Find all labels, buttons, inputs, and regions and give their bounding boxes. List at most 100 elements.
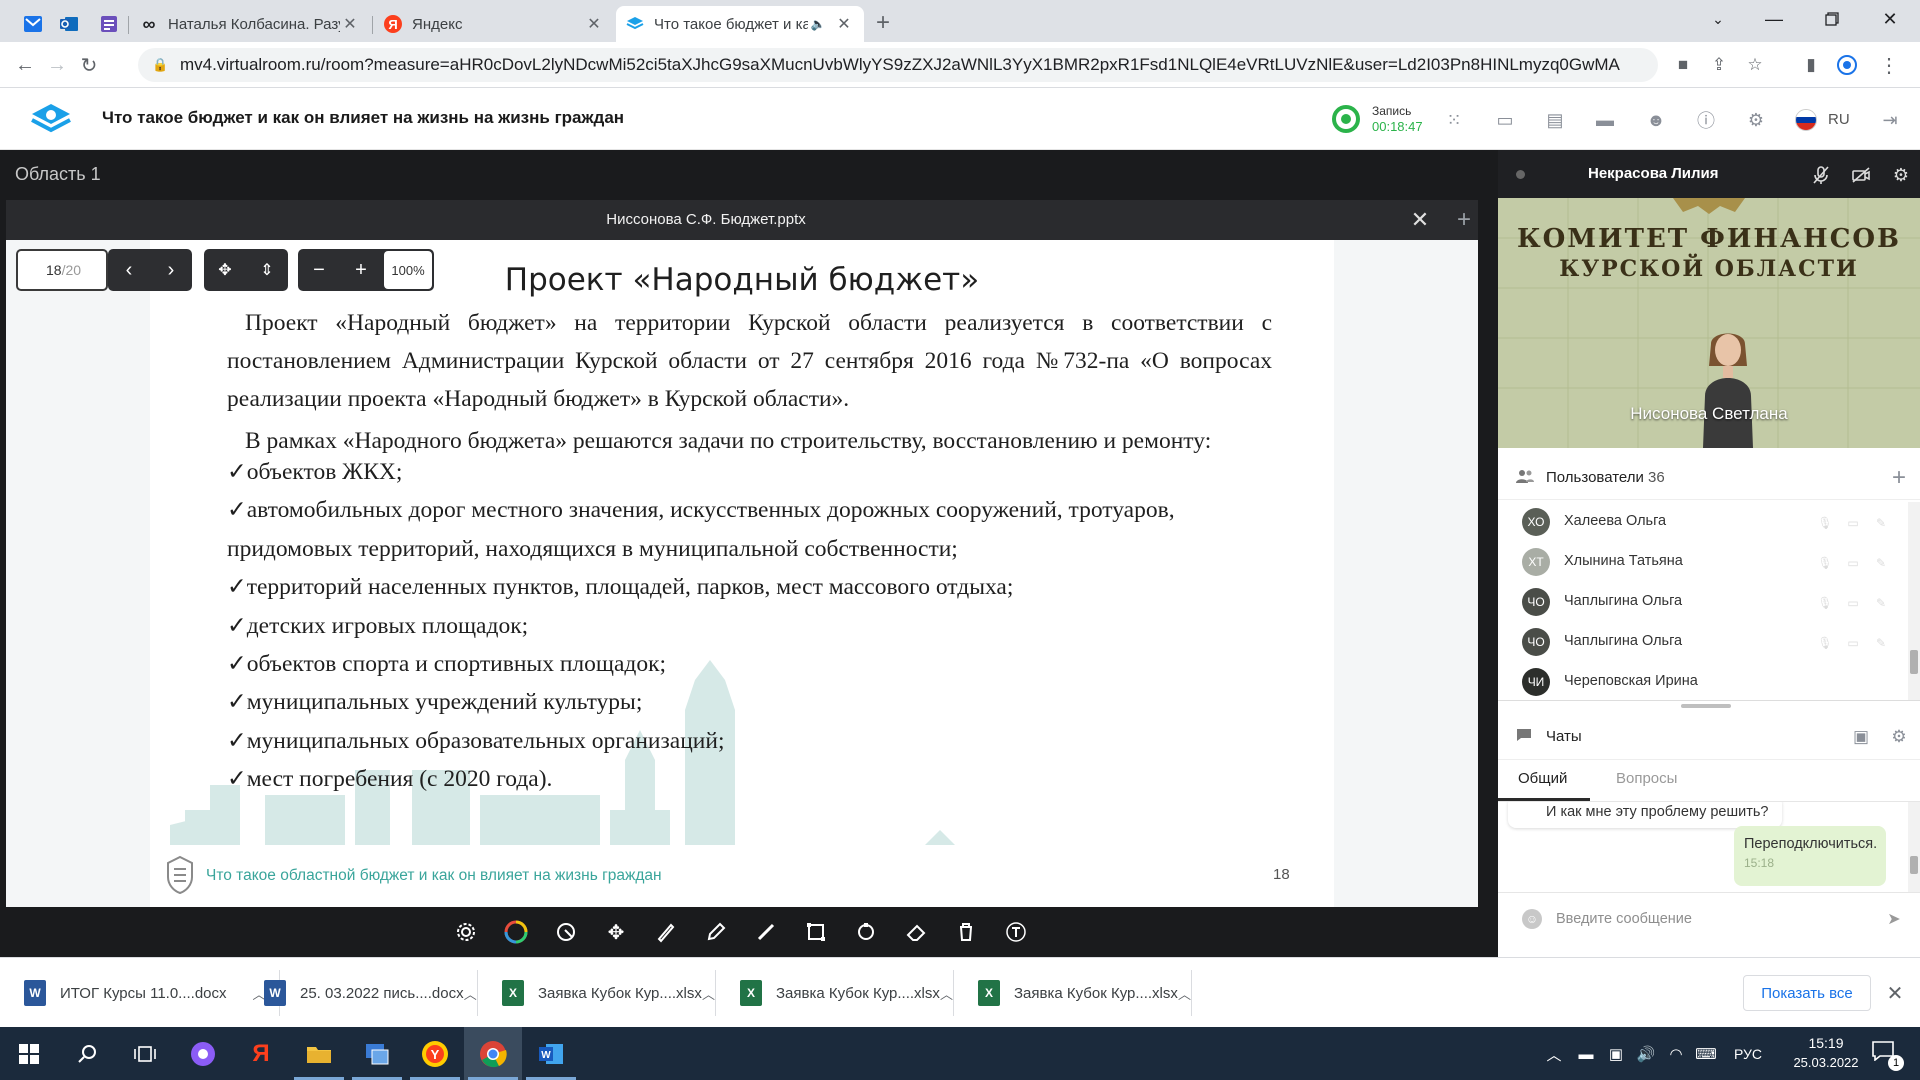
close-icon[interactable]: ✕ (584, 14, 604, 34)
new-tab-button[interactable]: + (868, 8, 898, 38)
next-page-button[interactable]: › (150, 249, 192, 291)
taskbar-yandex[interactable]: Я (232, 1027, 290, 1080)
download-item[interactable]: W ИТОГ Курсы 11.0....docx ︿ (0, 970, 280, 1016)
pinned-tab-outlook[interactable] (50, 6, 88, 42)
show-all-downloads-button[interactable]: Показать все (1743, 975, 1871, 1011)
close-document-button[interactable]: ✕ (1406, 206, 1434, 234)
taskbar-chrome[interactable] (464, 1027, 522, 1080)
tab-yandex[interactable]: Я Яндекс ✕ (374, 6, 614, 42)
pointer-icon[interactable] (549, 915, 583, 949)
trash-icon[interactable] (949, 915, 983, 949)
camera-off-icon[interactable]: ▭ (1844, 514, 1862, 532)
tab-kolbasina[interactable]: ∞ Наталья Колбасина. Разумное п ✕ (130, 6, 370, 42)
download-item[interactable]: X Заявка Кубок Кур....xlsx ︿ (954, 970, 1192, 1016)
minimize-button[interactable]: — (1746, 0, 1802, 38)
move-icon[interactable]: ✥ (599, 915, 633, 949)
edit-icon[interactable]: ✎ (1872, 594, 1890, 612)
previous-page-button[interactable]: ‹ (108, 249, 150, 291)
mic-off-icon[interactable]: 🎙 (1816, 554, 1834, 572)
russian-flag-icon[interactable] (1795, 109, 1817, 131)
emoji-icon[interactable]: ☺ (1522, 909, 1542, 929)
chevron-up-icon[interactable]: ︿ (464, 984, 477, 1003)
download-item[interactable]: X Заявка Кубок Кур....xlsx ︿ (478, 970, 716, 1016)
taskbar-alice[interactable] (174, 1027, 232, 1080)
mic-off-icon[interactable]: 🎙 (1816, 594, 1834, 612)
splitter-grip[interactable] (1681, 704, 1731, 708)
brush-icon[interactable] (649, 915, 683, 949)
user-row[interactable]: ХО Халеева Ольга 🎙 ▭ ✎ (1498, 502, 1908, 542)
mic-off-icon[interactable] (1808, 162, 1834, 188)
folder-icon[interactable]: ▬ (1592, 107, 1618, 133)
search-button[interactable] (58, 1027, 116, 1080)
users-manage-icon[interactable]: ☻ (1643, 107, 1669, 133)
clock-date[interactable]: 25.03.2022 (1786, 1055, 1866, 1070)
share-icon[interactable]: ⇪ (1706, 52, 1732, 78)
document-icon[interactable]: ▤ (1542, 107, 1568, 133)
screen-share-icon[interactable]: ▭ (1492, 107, 1518, 133)
rectangle-icon[interactable] (799, 915, 833, 949)
user-row[interactable]: ЧО Чаплыгина Ольга 🎙 ▭ ✎ (1498, 622, 1908, 662)
chevron-up-icon[interactable]: ︿ (1178, 984, 1191, 1003)
clock-time[interactable]: 15:19 (1786, 1035, 1866, 1051)
tab-virtualroom[interactable]: Что такое бюджет и как он 🔈 ✕ (616, 6, 864, 42)
zoom-in-button[interactable]: + (340, 249, 382, 291)
language-selector[interactable]: RU (1828, 111, 1850, 128)
close-window-button[interactable]: ✕ (1862, 0, 1918, 38)
add-user-button[interactable]: + (1886, 464, 1912, 491)
color-picker-icon[interactable] (499, 915, 533, 949)
tab-general[interactable]: Общий (1518, 770, 1567, 787)
zoom-out-button[interactable]: − (298, 249, 340, 291)
chat-message-input[interactable] (1556, 905, 1856, 933)
tray-chevron-up-icon[interactable]: ︿ (1542, 1043, 1566, 1065)
exit-icon[interactable]: ⇥ (1877, 107, 1903, 133)
edit-icon[interactable]: ✎ (1872, 554, 1890, 572)
user-row[interactable]: ХТ Хлынина Татьяна 🎙 ▭ ✎ (1498, 542, 1908, 582)
zoom-level[interactable]: 100% (384, 251, 432, 289)
keyboard-icon[interactable]: ⌨ (1694, 1043, 1718, 1065)
layout-grid-icon[interactable]: ⁙ (1441, 107, 1467, 133)
video-settings-gear-icon[interactable]: ⚙ (1888, 162, 1914, 188)
add-document-button[interactable]: + (1450, 206, 1478, 234)
panel-splitter[interactable] (1498, 700, 1920, 710)
pinned-tab-forms[interactable] (90, 6, 128, 42)
settings-gear-icon[interactable]: ⚙ (1743, 107, 1769, 133)
ellipse-icon[interactable] (849, 915, 883, 949)
draw-settings-icon[interactable] (449, 915, 483, 949)
camera-off-icon[interactable] (1848, 162, 1874, 188)
text-tool-icon[interactable] (999, 915, 1033, 949)
line-icon[interactable] (749, 915, 783, 949)
recording-indicator-icon[interactable] (1332, 105, 1360, 133)
close-download-bar-button[interactable]: ✕ (1882, 980, 1908, 1006)
profile-icon[interactable] (1834, 52, 1860, 78)
close-icon[interactable]: ✕ (834, 14, 854, 34)
input-language[interactable]: РУС (1724, 1043, 1772, 1065)
taskbar-explorer[interactable] (290, 1027, 348, 1080)
volume-icon[interactable]: 🔊 (1634, 1043, 1658, 1065)
sidepanel-icon[interactable]: ▮ (1798, 52, 1824, 78)
edit-icon[interactable]: ✎ (1872, 514, 1890, 532)
mic-off-icon[interactable]: 🎙 (1816, 634, 1834, 652)
camera-off-icon[interactable]: ▭ (1844, 594, 1862, 612)
fit-width-icon[interactable]: ⇕ (246, 249, 288, 291)
network-warning-icon[interactable]: ▣ (1604, 1043, 1628, 1065)
chevron-up-icon[interactable]: ︿ (940, 984, 953, 1003)
tab-questions[interactable]: Вопросы (1616, 770, 1677, 787)
menu-kebab-icon[interactable]: ⋮ (1876, 52, 1902, 78)
chat-export-icon[interactable]: ▣ (1848, 724, 1874, 750)
pinned-tab-mail[interactable] (14, 6, 52, 42)
scroll-thumb[interactable] (1910, 650, 1918, 674)
task-view-button[interactable] (116, 1027, 174, 1080)
mic-off-icon[interactable]: 🎙 (1816, 514, 1834, 532)
back-button[interactable]: ← (10, 50, 40, 80)
download-item[interactable]: X Заявка Кубок Кур....xlsx ︿ (716, 970, 954, 1016)
restore-button[interactable] (1804, 0, 1860, 38)
user-row[interactable]: ЧИ Череповская Ирина (1498, 662, 1908, 702)
chat-settings-gear-icon[interactable]: ⚙ (1886, 724, 1912, 750)
reload-button[interactable]: ↻ (74, 50, 104, 80)
close-icon[interactable]: ✕ (340, 14, 360, 34)
scroll-thumb[interactable] (1910, 856, 1918, 874)
wifi-icon[interactable]: ◠ (1664, 1043, 1688, 1065)
fit-page-icon[interactable]: ✥ (204, 249, 246, 291)
download-item[interactable]: W 25. 03.2022 пись....docx ︿ (240, 970, 478, 1016)
page-number-field[interactable]: 18/20 (16, 249, 108, 291)
